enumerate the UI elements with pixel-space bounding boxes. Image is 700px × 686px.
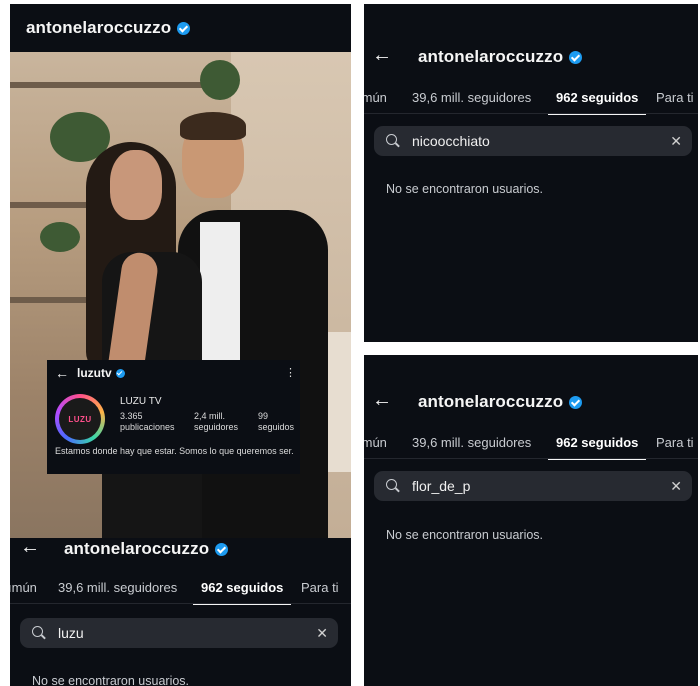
followers-stat[interactable]: 2,4 mill. seguidores	[194, 411, 238, 433]
verified-badge-icon	[569, 50, 583, 64]
photo-person	[180, 112, 246, 140]
photo-person	[200, 222, 240, 362]
clear-icon[interactable]: ✕	[316, 618, 328, 648]
clear-icon[interactable]: ✕	[670, 126, 682, 156]
back-arrow-icon[interactable]: ←	[372, 44, 392, 67]
following-header: antonelaroccuzzo	[64, 539, 229, 559]
search-query: nicoocchiato	[412, 133, 490, 149]
avatar-logo: LUZU	[59, 398, 101, 440]
search-input[interactable]: nicoocchiato ✕	[374, 126, 692, 156]
more-options-icon[interactable]: ⋮	[285, 366, 296, 379]
search-input[interactable]: luzu ✕	[20, 618, 338, 648]
search-icon	[386, 134, 397, 145]
back-arrow-icon[interactable]: ←	[55, 365, 77, 381]
popup-bio: Estamos donde hay que estar. Somos lo qu…	[55, 446, 294, 456]
following-header: antonelaroccuzzo	[418, 392, 583, 412]
tab-common[interactable]: ımún	[364, 82, 387, 114]
posts-stat[interactable]: 3.365 publicaciones	[120, 411, 175, 433]
tab-followers[interactable]: 39,6 mill. seguidores	[58, 572, 177, 604]
profile-username: antonelaroccuzzo	[26, 18, 172, 37]
following-header: antonelaroccuzzo	[418, 47, 583, 67]
verified-badge-icon	[177, 21, 191, 35]
right-top-screenshot-panel: ← antonelaroccuzzo ımún 39,6 mill. segui…	[364, 4, 698, 342]
photo-shelf	[10, 297, 90, 303]
following-label: seguidos	[258, 422, 295, 432]
no-results-message: No se encontraron usuarios.	[386, 528, 544, 542]
no-results-message: No se encontraron usuarios.	[32, 674, 190, 686]
avatar[interactable]: LUZU	[55, 394, 105, 444]
search-icon	[386, 479, 397, 490]
follow-tabs: ımún 39,6 mill. seguidores 962 seguidos …	[364, 82, 698, 115]
popup-header: ← luzutv	[47, 360, 300, 386]
profile-username: antonelaroccuzzo	[418, 392, 564, 411]
search-query: flor_de_p	[412, 478, 471, 494]
profile-username: antonelaroccuzzo	[418, 47, 564, 66]
tab-for-you[interactable]: Para ti	[656, 82, 694, 114]
follow-tabs: ımún 39,6 mill. seguidores 962 seguidos …	[10, 572, 351, 605]
photo-person	[110, 150, 162, 220]
tab-followers[interactable]: 39,6 mill. seguidores	[412, 82, 531, 114]
tab-for-you[interactable]: Para ti	[656, 427, 694, 459]
back-arrow-icon[interactable]: ←	[20, 536, 40, 559]
tab-followers[interactable]: 39,6 mill. seguidores	[412, 427, 531, 459]
following-stat[interactable]: 99 seguidos	[258, 411, 294, 433]
tab-common[interactable]: ımún	[10, 572, 37, 604]
tab-following[interactable]: 962 seguidos	[547, 427, 647, 460]
left-screenshot-panel: antonelaroccuzzo ← luzutv ⋮ LUZU LUZU TV	[10, 4, 351, 686]
clear-icon[interactable]: ✕	[670, 471, 682, 501]
photo-plant	[200, 60, 240, 100]
tab-following[interactable]: 962 seguidos	[547, 82, 647, 115]
photo-shelf	[10, 82, 210, 88]
tab-for-you[interactable]: Para ti	[301, 572, 339, 604]
popup-display-name: LUZU TV	[120, 396, 162, 407]
photo-plant	[40, 222, 80, 252]
follow-tabs: ımún 39,6 mill. seguidores 962 seguidos …	[364, 427, 698, 460]
right-bottom-screenshot-panel: ← antonelaroccuzzo ımún 39,6 mill. segui…	[364, 355, 698, 686]
back-arrow-icon[interactable]: ←	[372, 389, 392, 412]
posts-label: publicaciones	[120, 422, 175, 432]
followers-count: 2,4 mill.	[194, 411, 226, 421]
no-results-message: No se encontraron usuarios.	[386, 182, 544, 196]
profile-username: antonelaroccuzzo	[64, 539, 210, 558]
tab-common[interactable]: ımún	[364, 427, 387, 459]
verified-badge-icon	[569, 395, 583, 409]
verified-badge-icon	[115, 368, 125, 378]
search-icon	[32, 626, 43, 637]
posts-count: 3.365	[120, 411, 143, 421]
search-query: luzu	[58, 625, 84, 641]
profile-preview-popup[interactable]: ← luzutv ⋮ LUZU LUZU TV 3.365 publicacio…	[47, 360, 300, 474]
search-input[interactable]: flor_de_p ✕	[374, 471, 692, 501]
tab-following[interactable]: 962 seguidos	[192, 572, 292, 605]
following-count: 99	[258, 411, 269, 421]
popup-username: luzutv	[77, 366, 112, 380]
verified-badge-icon	[215, 542, 229, 556]
profile-header: antonelaroccuzzo	[10, 4, 351, 52]
followers-label: seguidores	[194, 422, 239, 432]
